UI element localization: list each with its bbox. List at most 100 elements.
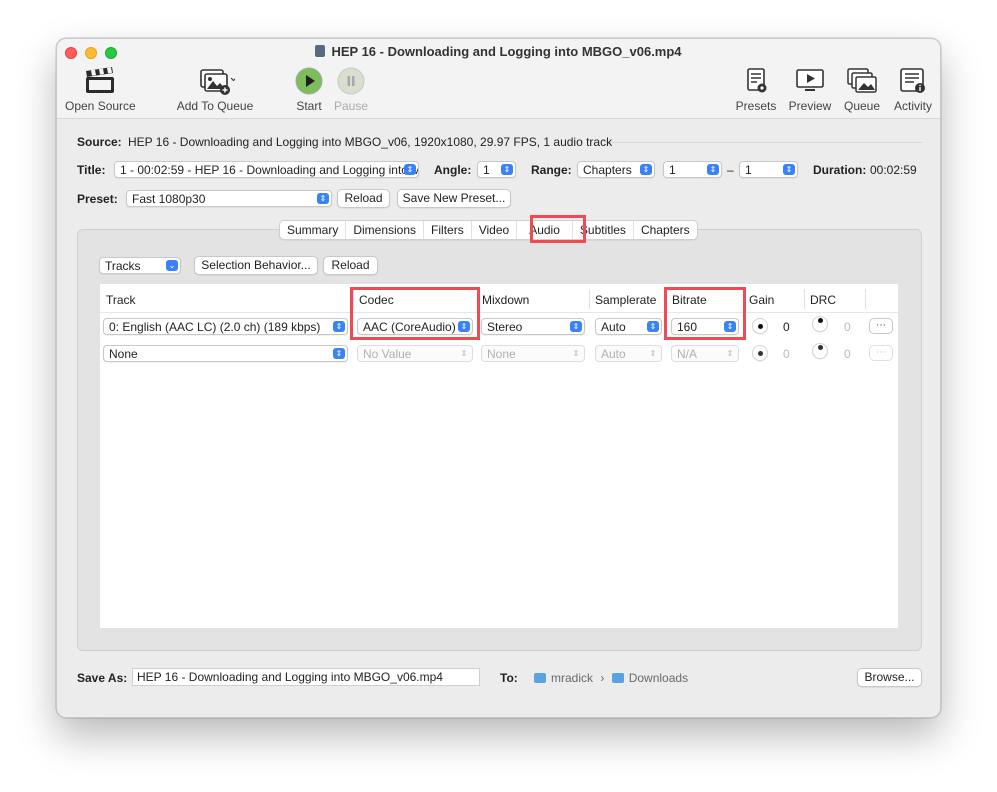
row1-samplerate-popup[interactable]: Auto ⇕ — [595, 318, 662, 335]
chevron-updown-icon: ⇕ — [707, 164, 719, 175]
presets-document-gear-icon — [747, 68, 767, 93]
row1-gain-knob[interactable] — [752, 318, 768, 334]
title-popup-value: 1 - 00:02:59 - HEP 16 - Downloading and … — [120, 163, 418, 177]
codec-column-highlight — [350, 287, 480, 340]
preview-monitor-icon — [796, 69, 824, 91]
add-photos-icon — [200, 69, 235, 95]
row2-more-button[interactable]: ⋯ — [869, 345, 893, 361]
range-type-value: Chapters — [583, 163, 632, 177]
open-source-label: Open Source — [65, 99, 136, 113]
row2-samplerate-value: Auto — [601, 347, 626, 361]
row1-gain-value: 0 — [783, 320, 790, 334]
audio-reload-button[interactable]: Reload — [323, 256, 378, 275]
preset-reload-button[interactable]: Reload — [337, 189, 390, 208]
angle-popup-value: 1 — [483, 163, 490, 177]
range-end-popup[interactable]: 1 ⇕ — [739, 161, 798, 178]
start-label: Start — [296, 99, 322, 113]
row2-bitrate-value: N/A — [677, 347, 698, 361]
window-title-container: HEP 16 - Downloading and Logging into MB… — [57, 44, 940, 59]
chevron-updown-icon: ⇕ — [460, 349, 468, 358]
tab-filters[interactable]: Filters — [424, 221, 472, 239]
add-to-queue-button[interactable]: Add To Queue — [175, 67, 255, 113]
row2-drc-knob[interactable] — [812, 343, 828, 359]
duration-value: 00:02:59 — [870, 163, 917, 177]
queue-photos-icon — [847, 68, 877, 93]
row1-more-button[interactable]: ⋯ — [869, 318, 893, 334]
path-separator: › — [600, 671, 605, 685]
chevron-updown-icon: ⇕ — [501, 164, 513, 175]
activity-log-icon — [900, 68, 925, 93]
title-popup[interactable]: 1 - 00:02:59 - HEP 16 - Downloading and … — [114, 161, 419, 178]
open-source-button[interactable]: Open Source — [65, 67, 136, 113]
range-start-popup[interactable]: 1 ⇕ — [663, 161, 722, 178]
chevron-updown-icon: ⇕ — [570, 321, 582, 332]
row1-track-popup[interactable]: 0: English (AAC LC) (2.0 ch) (189 kbps) … — [103, 318, 348, 335]
chevron-updown-icon: ⇕ — [333, 348, 345, 359]
row1-drc-value: 0 — [844, 320, 851, 334]
chevron-updown-icon: ⇕ — [317, 193, 329, 204]
preset-popup[interactable]: Fast 1080p30 ⇕ — [126, 190, 332, 207]
preview-label: Preview — [788, 99, 832, 113]
tab-summary[interactable]: Summary — [280, 221, 347, 239]
row2-codec-popup[interactable]: No Value ⇕ — [357, 345, 473, 362]
settings-tab-bar: Summary Dimensions Filters Video Audio S… — [279, 220, 698, 240]
tracks-popup[interactable]: Tracks ⌄ — [99, 257, 181, 274]
folder-icon — [611, 673, 624, 683]
activity-label: Activity — [893, 99, 932, 113]
row1-drc-knob[interactable] — [812, 316, 828, 332]
chevron-updown-icon: ⇕ — [640, 164, 652, 175]
source-label: Source: — [77, 135, 122, 149]
destination-path[interactable]: mradick › Downloads — [534, 671, 688, 685]
range-end-value: 1 — [745, 163, 752, 177]
tab-dimensions[interactable]: Dimensions — [346, 221, 425, 239]
range-start-value: 1 — [669, 163, 676, 177]
app-window: HEP 16 - Downloading and Logging into MB… — [56, 38, 941, 718]
source-value: HEP 16 - Downloading and Logging into MB… — [128, 135, 613, 149]
row2-drc-value: 0 — [844, 347, 851, 361]
play-icon — [295, 67, 323, 95]
queue-label: Queue — [843, 99, 881, 113]
presets-label: Presets — [735, 99, 777, 113]
document-icon — [315, 45, 326, 57]
preview-button[interactable]: Preview — [785, 67, 835, 113]
row2-samplerate-popup[interactable]: Auto ⇕ — [595, 345, 662, 362]
chevron-updown-icon: ⇕ — [726, 349, 734, 358]
column-header-track: Track — [106, 293, 136, 307]
column-header-gain: Gain — [749, 293, 775, 307]
tab-chapters[interactable]: Chapters — [634, 221, 697, 239]
presets-button[interactable]: Presets — [733, 67, 779, 113]
preset-label: Preset: — [77, 192, 118, 206]
save-as-filename-field[interactable]: HEP 16 - Downloading and Logging into MB… — [132, 668, 480, 686]
folder-icon — [534, 673, 546, 683]
pause-label: Pause — [333, 99, 369, 113]
save-new-preset-button[interactable]: Save New Preset... — [397, 189, 511, 208]
range-type-popup[interactable]: Chapters ⇕ — [577, 161, 655, 178]
row2-gain-knob[interactable] — [752, 345, 768, 361]
start-button[interactable]: Start — [291, 67, 327, 113]
row1-track-value: 0: English (AAC LC) (2.0 ch) (189 kbps) — [109, 320, 321, 334]
browse-button[interactable]: Browse... — [857, 668, 922, 687]
activity-button[interactable]: Activity — [891, 67, 935, 113]
source-divider — [610, 142, 922, 143]
chevron-down-icon: ⌄ — [166, 260, 178, 271]
range-dash: – — [727, 163, 734, 177]
clapperboard-icon — [86, 67, 114, 93]
column-header-mixdown: Mixdown — [482, 293, 530, 307]
column-separator — [589, 289, 590, 309]
path-folder: Downloads — [628, 671, 689, 685]
range-label: Range: — [531, 163, 572, 177]
preset-popup-value: Fast 1080p30 — [132, 192, 206, 206]
row2-bitrate-popup[interactable]: N/A ⇕ — [671, 345, 739, 362]
selection-behavior-button[interactable]: Selection Behavior... — [194, 256, 318, 275]
row2-gain-value: 0 — [783, 347, 790, 361]
angle-popup[interactable]: 1 ⇕ — [477, 161, 516, 178]
row1-mixdown-popup[interactable]: Stereo ⇕ — [481, 318, 585, 335]
row2-track-popup[interactable]: None ⇕ — [103, 345, 348, 362]
chevron-updown-icon: ⇕ — [649, 349, 657, 358]
title-label: Title: — [77, 163, 106, 177]
tab-video[interactable]: Video — [472, 221, 518, 239]
row2-track-value: None — [109, 347, 138, 361]
pause-button[interactable]: Pause — [333, 67, 369, 113]
row2-mixdown-popup[interactable]: None ⇕ — [481, 345, 585, 362]
queue-button[interactable]: Queue — [840, 67, 884, 113]
